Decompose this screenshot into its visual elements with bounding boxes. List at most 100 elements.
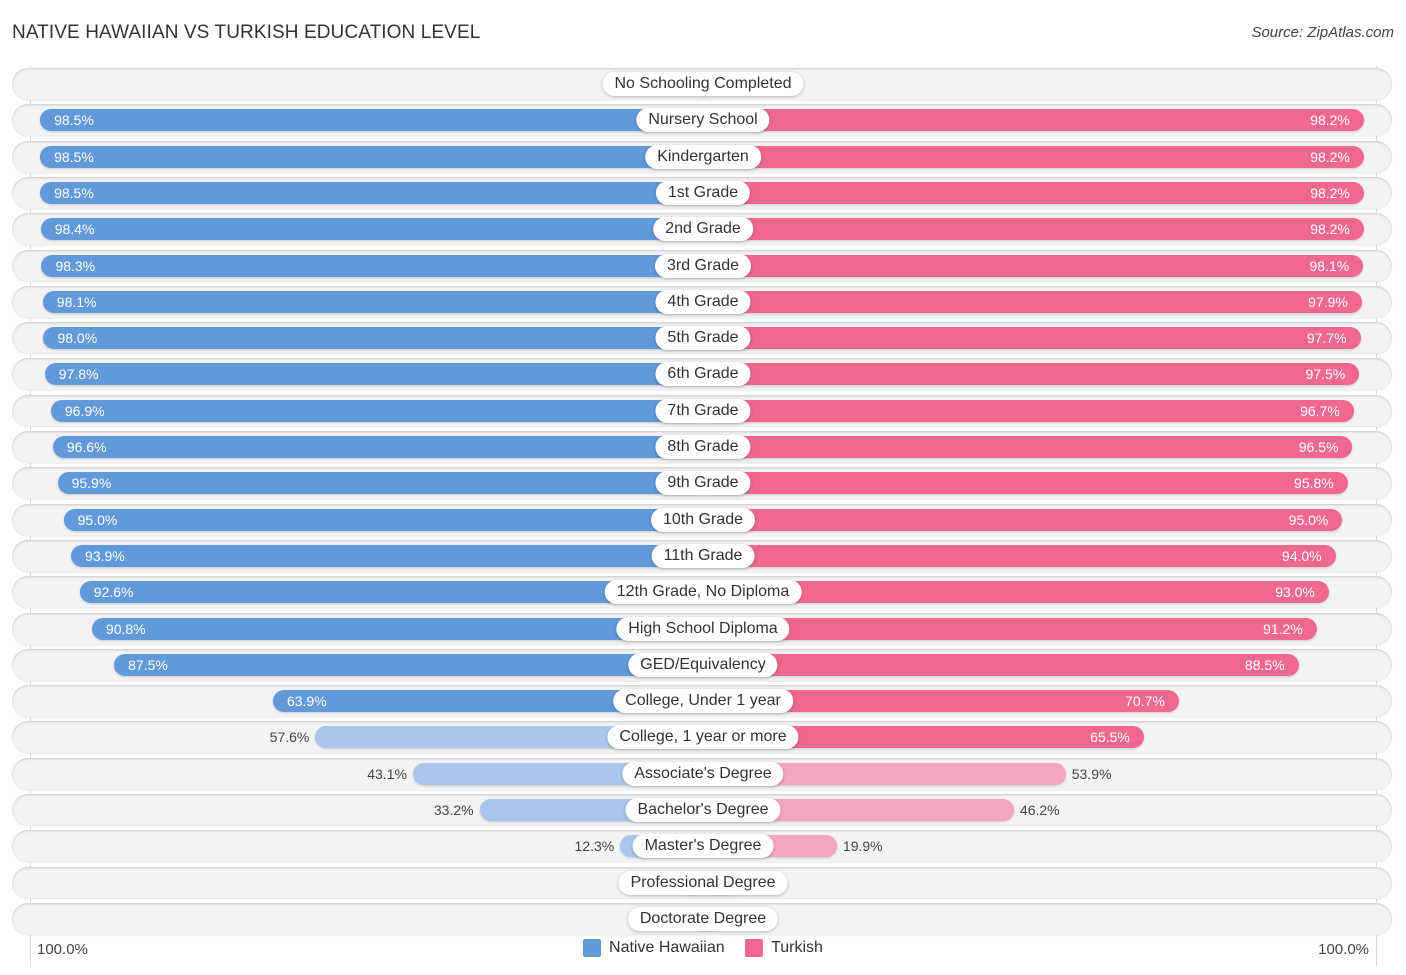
bar-turkish[interactable] xyxy=(703,145,1364,168)
bar-native-hawaiian[interactable] xyxy=(44,363,703,386)
category-label: No Schooling Completed xyxy=(602,72,804,96)
chart-title: NATIVE HAWAIIAN VS TURKISH EDUCATION LEV… xyxy=(12,22,481,43)
category-label: 1st Grade xyxy=(655,180,751,205)
category-label: 2nd Grade xyxy=(653,217,753,242)
bar-turkish[interactable] xyxy=(703,290,1362,313)
bar-native-hawaiian[interactable] xyxy=(40,218,703,241)
value-label-native-hawaiian: 98.5% xyxy=(54,148,94,165)
chart-row-1st-grade: 98.5% 98.2% 1st Grade xyxy=(12,176,1392,209)
bar-turkish[interactable] xyxy=(703,653,1299,676)
value-label-turkish: 98.2% xyxy=(1310,184,1350,201)
chart-row-bachelor-s-degree: 33.2% 46.2% Bachelor's Degree xyxy=(12,794,1392,826)
value-label-native-hawaiian: 98.0% xyxy=(57,330,98,347)
value-label-turkish: 98.2% xyxy=(1310,148,1350,165)
chart-row-master-s-degree: 12.3% 19.9% Master's Degree xyxy=(12,830,1392,863)
value-label-native-hawaiian: 96.6% xyxy=(66,439,107,455)
category-label: High School Diploma xyxy=(616,616,790,641)
value-label-turkish: 98.2% xyxy=(1310,112,1350,129)
chart-row-7th-grade: 96.9% 96.7% 7th Grade xyxy=(12,394,1392,427)
bar-native-hawaiian[interactable] xyxy=(50,399,703,422)
chart-row-doctorate-degree: 1.6%2.7%Doctorate Degree xyxy=(12,902,1392,935)
bar-turkish[interactable] xyxy=(703,109,1364,132)
category-label: 7th Grade xyxy=(655,398,751,423)
chart-row-6th-grade: 97.8% 97.5% 6th Grade xyxy=(12,358,1392,391)
value-label-native-hawaiian: 95.0% xyxy=(77,511,118,528)
value-label-native-hawaiian: 33.2% xyxy=(433,802,474,818)
bar-turkish[interactable] xyxy=(703,544,1336,567)
bar-native-hawaiian[interactable] xyxy=(41,254,703,277)
value-label-turkish: 98.2% xyxy=(1310,221,1350,238)
value-label-native-hawaiian: 98.5% xyxy=(54,184,94,201)
chart-row-high-school-diploma: 90.8% 91.2% High School Diploma xyxy=(12,612,1392,645)
value-label-native-hawaiian: 95.9% xyxy=(71,475,112,492)
bar-turkish[interactable] xyxy=(703,617,1317,640)
value-label-turkish: 97.9% xyxy=(1308,293,1348,310)
legend: Native Hawaiian Turkish xyxy=(0,939,1406,962)
value-label-native-hawaiian: 63.9% xyxy=(286,693,327,710)
chart-row-ged-equivalency: 87.5% 88.5% GED/Equivalency xyxy=(12,648,1392,681)
value-label-turkish: 65.5% xyxy=(1090,729,1130,746)
category-label: 11th Grade xyxy=(651,543,755,568)
bar-native-hawaiian[interactable] xyxy=(57,472,703,495)
category-label: College, 1 year or more xyxy=(607,725,799,750)
category-label: 5th Grade xyxy=(655,326,751,351)
value-label-turkish: 95.0% xyxy=(1288,511,1329,528)
value-label-turkish: 96.7% xyxy=(1300,402,1340,419)
bar-native-hawaiian[interactable] xyxy=(42,290,703,313)
value-label-turkish: 97.5% xyxy=(1305,366,1346,383)
value-label-turkish: 70.7% xyxy=(1125,693,1165,710)
legend-item-native-hawaiian[interactable]: Native Hawaiian xyxy=(583,939,725,957)
bar-turkish[interactable] xyxy=(703,181,1364,204)
bar-turkish[interactable] xyxy=(703,327,1361,350)
category-label: 3rd Grade xyxy=(654,253,752,278)
bar-turkish[interactable] xyxy=(703,218,1364,241)
chart-row-kindergarten: 98.5% 98.2% Kindergarten xyxy=(12,140,1392,173)
value-label-native-hawaiian: 90.8% xyxy=(105,620,146,637)
category-label: Doctorate Degree xyxy=(627,906,779,931)
value-label-native-hawaiian: 98.5% xyxy=(54,112,94,129)
bar-native-hawaiian[interactable] xyxy=(91,617,703,640)
bar-native-hawaiian[interactable] xyxy=(43,327,703,350)
category-label: Master's Degree xyxy=(632,834,774,859)
chart-row-2nd-grade: 98.4% 98.2% 2nd Grade xyxy=(12,213,1392,246)
bar-native-hawaiian[interactable] xyxy=(40,109,703,132)
category-label: Nursery School xyxy=(636,108,770,133)
category-label: 6th Grade xyxy=(655,362,751,387)
value-label-turkish: 98.1% xyxy=(1309,257,1350,274)
legend-label: Turkish xyxy=(771,939,823,956)
chart-row-associate-s-degree: 43.1% 53.9% Associate's Degree xyxy=(12,757,1392,790)
chart-row-12th-grade-no-diploma: 92.6% 93.0% 12th Grade, No Diploma xyxy=(12,576,1392,609)
bar-native-hawaiian[interactable] xyxy=(40,145,703,168)
bar-native-hawaiian[interactable] xyxy=(40,181,703,204)
legend-item-turkish[interactable]: Turkish xyxy=(745,939,823,957)
value-label-turkish: 91.2% xyxy=(1263,620,1303,637)
category-label: 10th Grade xyxy=(650,507,756,532)
bar-turkish[interactable] xyxy=(703,254,1364,277)
value-label-native-hawaiian: 96.9% xyxy=(64,402,105,419)
legend-label: Native Hawaiian xyxy=(609,939,725,956)
chart-row-5th-grade: 98.0% 97.7% 5th Grade xyxy=(12,322,1392,355)
value-label-native-hawaiian: 43.1% xyxy=(367,765,407,782)
chart-row-college-1-year-or-more: 57.6% 65.5% College, 1 year or more xyxy=(12,721,1392,754)
legend-swatch-turkish xyxy=(745,939,764,957)
bar-native-hawaiian[interactable] xyxy=(63,508,703,531)
bar-turkish[interactable] xyxy=(703,508,1343,531)
category-label: College, Under 1 year xyxy=(613,689,793,714)
bar-native-hawaiian[interactable] xyxy=(114,653,703,676)
chart-row-10th-grade: 95.0% 95.0% 10th Grade xyxy=(12,503,1392,536)
legend-swatch-native-hawaiian xyxy=(583,939,602,957)
bar-turkish[interactable] xyxy=(703,436,1353,458)
value-label-native-hawaiian: 98.4% xyxy=(54,221,95,238)
bar-native-hawaiian[interactable] xyxy=(52,436,703,458)
bar-turkish[interactable] xyxy=(703,399,1354,422)
chart-row-no-schooling-completed: 1.6%1.8%No Schooling Completed xyxy=(12,68,1392,100)
value-label-turkish: 94.0% xyxy=(1281,547,1322,564)
value-label-turkish: 96.5% xyxy=(1298,439,1339,455)
bar-turkish[interactable] xyxy=(703,472,1348,495)
chart-row-3rd-grade: 98.3% 98.1% 3rd Grade xyxy=(12,249,1392,282)
bar-turkish[interactable] xyxy=(703,363,1360,386)
value-label-native-hawaiian: 98.1% xyxy=(56,293,97,310)
category-label: Professional Degree xyxy=(618,870,788,895)
value-label-turkish: 93.0% xyxy=(1275,584,1315,601)
bar-native-hawaiian[interactable] xyxy=(71,544,703,567)
